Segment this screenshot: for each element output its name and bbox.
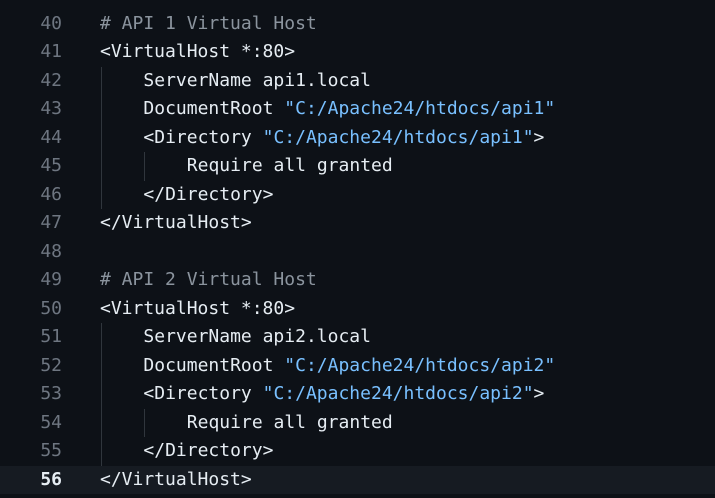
line-number: 54 — [40, 411, 62, 433]
indent-guide — [101, 408, 102, 437]
code-token: <Directory — [143, 383, 263, 404]
code-text: </Directory> — [143, 437, 273, 466]
line-number: 41 — [40, 41, 62, 62]
code-token: ServerName api1.local — [143, 69, 371, 91]
code-text: DocumentRoot "C:/Apache24/htdocs/api1" — [143, 95, 555, 124]
code-editor[interactable]: 39 40 # API 1 Virtual Host 41 <VirtualHost … — [0, 0, 715, 498]
code-line[interactable]: 43 DocumentRoot "C:/Apache24/htdocs/api1" — [0, 95, 715, 124]
line-number: 50 — [40, 297, 62, 319]
code-line[interactable]: 47 </VirtualHost> — [0, 209, 715, 238]
code-token: DocumentRoot — [143, 354, 285, 376]
indent-guide — [101, 180, 102, 209]
line-number: 44 — [40, 126, 62, 148]
code-text: <Directory "C:/Apache24/htdocs/api2"> — [143, 380, 544, 409]
code-text: Require all granted — [187, 152, 393, 181]
code-token: <VirtualHost *:80> — [100, 297, 296, 319]
code-line[interactable]: 53 <Directory "C:/Apache24/htdocs/api2"> — [0, 380, 715, 409]
indent-guide — [101, 152, 102, 181]
code-token: > — [533, 126, 545, 148]
code-line[interactable]: 44 <Directory "C:/Apache24/htdocs/api1"> — [0, 123, 715, 153]
code-text: <Directory "C:/Apache24/htdocs/api1"> — [143, 124, 544, 153]
indent-guide — [101, 66, 102, 95]
code-text: ServerName api2.local — [143, 323, 371, 352]
code-token: Require all granted — [186, 155, 393, 176]
code-token: </VirtualHost> — [100, 212, 252, 233]
line-number: 43 — [40, 98, 62, 119]
code-text: <VirtualHost *:80> — [100, 38, 295, 67]
indent-guide — [144, 152, 146, 181]
indent-guide — [144, 408, 146, 437]
code-token: </Directory> — [143, 183, 274, 205]
code-text: # API 1 Virtual Host — [100, 10, 317, 39]
line-number: 42 — [40, 69, 62, 91]
code-text: </VirtualHost> — [100, 209, 252, 238]
indent-guide — [101, 123, 102, 152]
code-line[interactable]: 51 ServerName api2.local — [0, 323, 715, 352]
code-line[interactable]: 46 </Directory> — [0, 180, 715, 210]
code-line[interactable]: 40 # API 1 Virtual Host — [0, 10, 715, 39]
code-token: "C:/Apache24/htdocs/api2" — [284, 354, 556, 376]
line-number: 45 — [40, 155, 62, 176]
line-number: 55 — [40, 440, 62, 461]
line-number: 53 — [40, 383, 62, 404]
indent-guide — [101, 323, 102, 352]
indent-guide — [101, 351, 102, 380]
code-token: Require all granted — [186, 411, 393, 433]
code-text: <VirtualHost *:80> — [100, 295, 295, 324]
indent-guide — [101, 380, 102, 409]
code-token: "C:/Apache24/htdocs/api1" — [262, 126, 534, 148]
code-token: ServerName api2.local — [143, 326, 371, 347]
code-token: <Directory — [143, 126, 263, 148]
code-line[interactable]: 41 <VirtualHost *:80> — [0, 38, 715, 67]
code-line[interactable]: 50 <VirtualHost *:80> — [0, 295, 715, 324]
code-token: DocumentRoot — [143, 98, 285, 119]
code-line[interactable]: 52 DocumentRoot "C:/Apache24/htdocs/api2" — [0, 351, 715, 381]
code-text: # API 2 Virtual Host — [100, 266, 317, 295]
code-text: Require all granted — [187, 409, 393, 438]
code-line[interactable]: 48 — [0, 238, 715, 267]
line-number: 49 — [40, 269, 62, 290]
code-token: </Directory> — [143, 440, 274, 461]
code-text: </VirtualHost> — [100, 466, 252, 495]
code-text: DocumentRoot "C:/Apache24/htdocs/api2" — [143, 352, 555, 381]
code-line[interactable]: 42 ServerName api1.local — [0, 66, 715, 96]
code-text: ServerName api1.local — [143, 67, 371, 96]
line-number: 40 — [40, 12, 62, 34]
code-token: </VirtualHost> — [100, 468, 252, 490]
code-token: "C:/Apache24/htdocs/api1" — [284, 98, 556, 119]
code-line[interactable]: 45 Require all granted — [0, 152, 715, 181]
code-line[interactable]: 56 </VirtualHost> — [0, 465, 715, 495]
line-number: 48 — [40, 240, 62, 262]
code-token: <VirtualHost *:80> — [100, 41, 296, 62]
code-line[interactable]: 54 Require all granted — [0, 408, 715, 438]
indent-guide — [101, 95, 102, 124]
code-token: # API 2 Virtual Host — [100, 269, 317, 290]
code-text: </Directory> — [143, 181, 273, 210]
code-token: > — [533, 383, 545, 404]
line-number: 56 — [40, 468, 62, 490]
code-line[interactable]: 49 # API 2 Virtual Host — [0, 266, 715, 295]
indent-guide — [101, 437, 102, 466]
line-number: 46 — [40, 183, 62, 205]
line-number: 51 — [40, 326, 62, 347]
line-number: 47 — [40, 212, 62, 233]
code-token: # API 1 Virtual Host — [100, 12, 317, 34]
line-number-partial: 39 — [0, 0, 62, 7]
line-number: 52 — [40, 354, 62, 376]
code-line[interactable]: 55 </Directory> — [0, 437, 715, 466]
code-token: "C:/Apache24/htdocs/api2" — [262, 383, 534, 404]
